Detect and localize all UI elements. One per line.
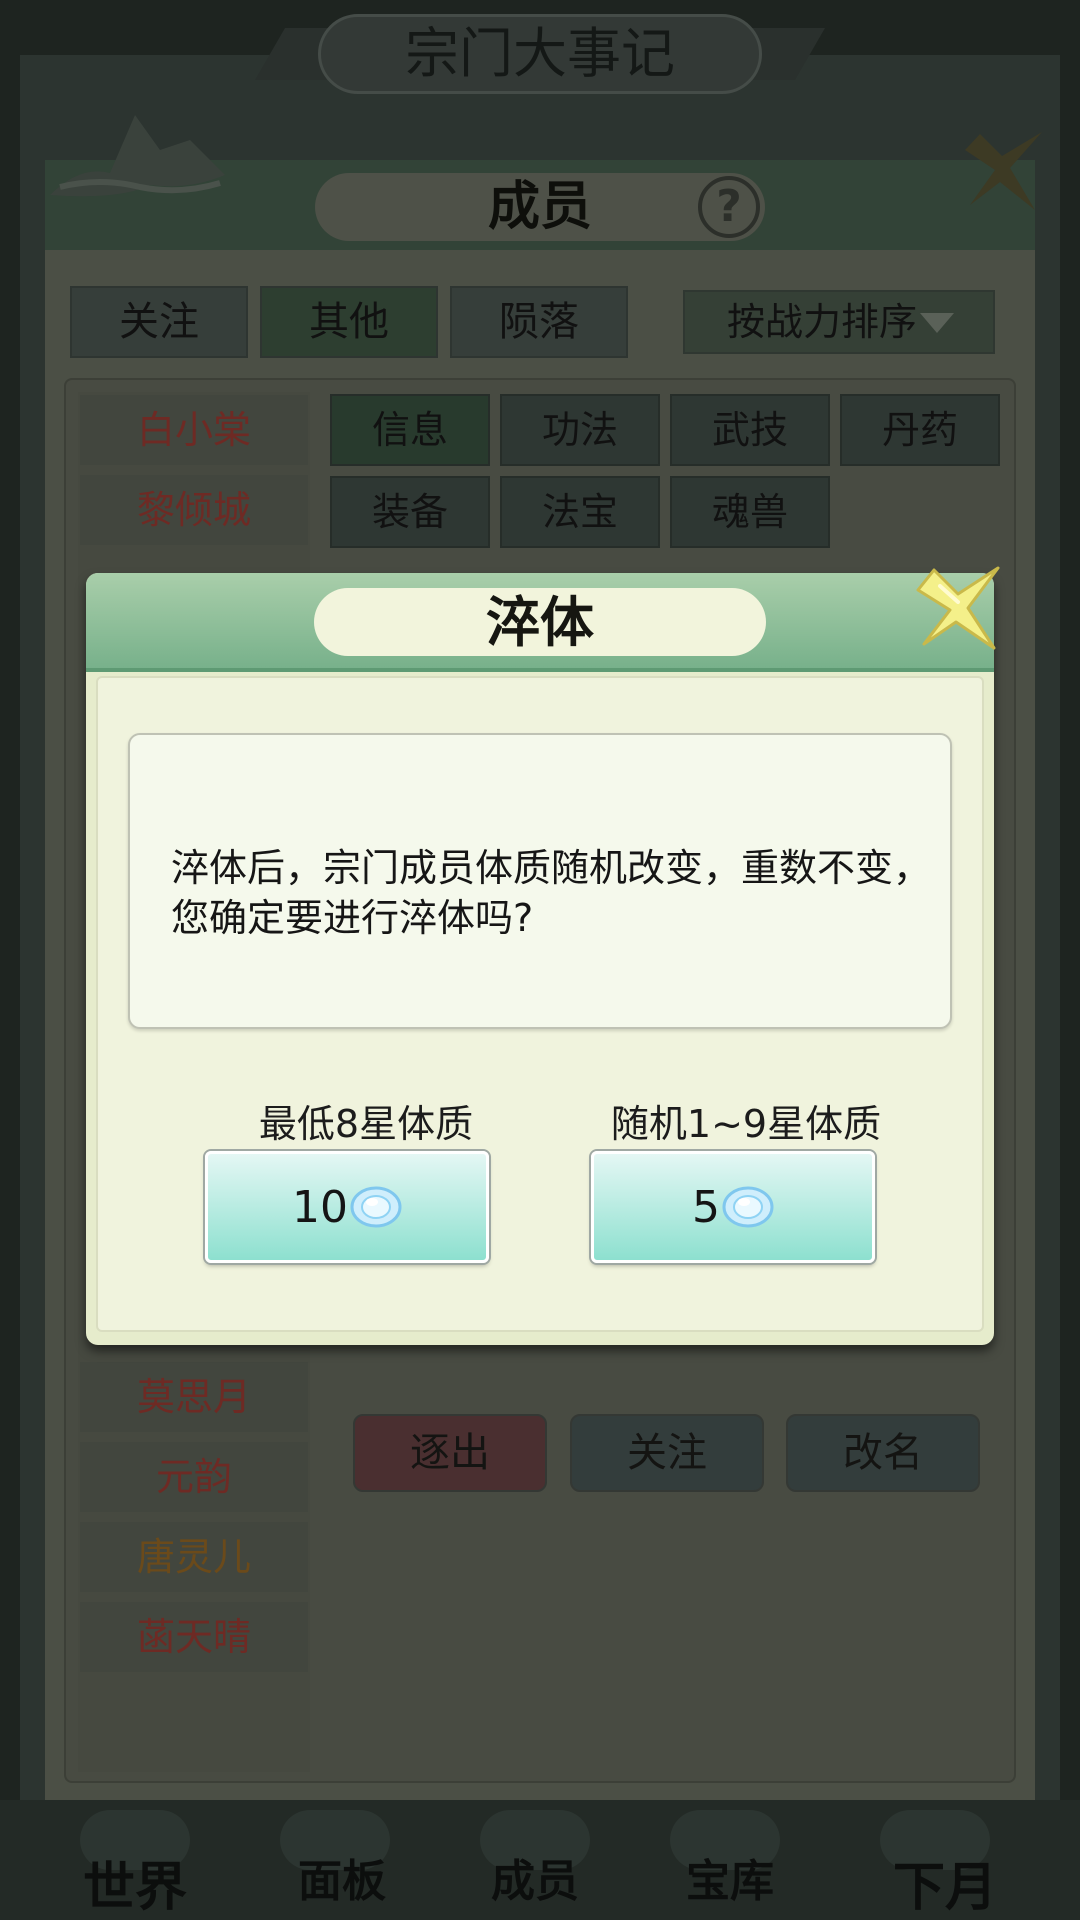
event-log-title: 宗门大事记 [318, 14, 762, 94]
cost-value: 5 [692, 1181, 720, 1233]
nav-panel[interactable]: 面板 [252, 1845, 432, 1909]
nav-next-month[interactable]: 下月 [855, 1845, 1035, 1920]
dialog-title: 淬体 [314, 588, 766, 656]
temper-random-button[interactable]: 5 [591, 1151, 875, 1263]
tempering-dialog: 淬体 淬体后，宗门成员体质随机改变，重数不变，您确定要进行淬体吗? 最低8星体质… [86, 573, 994, 1345]
expel-button[interactable]: 逐出 [353, 1414, 547, 1492]
rename-button[interactable]: 改名 [786, 1414, 980, 1492]
tab-followed[interactable]: 关注 [70, 286, 248, 358]
help-icon[interactable]: ? [698, 176, 760, 238]
sort-label: 按战力排序 [727, 300, 918, 344]
gem-icon [350, 1186, 402, 1228]
nav-world[interactable]: 世界 [45, 1845, 225, 1920]
follow-button[interactable]: 关注 [570, 1414, 764, 1492]
option-label-min8: 最低8星体质 [258, 1102, 474, 1146]
tab-techniques[interactable]: 功法 [500, 394, 660, 466]
nav-treasury[interactable]: 宝库 [640, 1845, 820, 1909]
chevron-down-icon [920, 313, 954, 333]
tab-treasures[interactable]: 法宝 [500, 476, 660, 548]
tab-info[interactable]: 信息 [330, 394, 490, 466]
member-item[interactable]: 黎倾城 [80, 475, 308, 545]
tab-others[interactable]: 其他 [260, 286, 438, 358]
member-item[interactable]: 元韵 [80, 1442, 308, 1512]
cost-value: 10 [292, 1181, 348, 1233]
member-item[interactable]: 唐灵儿 [80, 1522, 308, 1592]
tab-fallen[interactable]: 陨落 [450, 286, 628, 358]
tab-soul-beasts[interactable]: 魂兽 [670, 476, 830, 548]
tab-pills[interactable]: 丹药 [840, 394, 1000, 466]
temper-min8-button[interactable]: 10 [205, 1151, 489, 1263]
member-item[interactable]: 白小棠 [80, 395, 308, 465]
gem-icon [722, 1186, 774, 1228]
member-item[interactable]: 菡天晴 [80, 1602, 308, 1672]
dialog-message: 淬体后，宗门成员体质随机改变，重数不变，您确定要进行淬体吗? [171, 846, 932, 940]
tab-martial-skills[interactable]: 武技 [670, 394, 830, 466]
member-item[interactable]: 莫思月 [80, 1362, 308, 1432]
tab-equipment[interactable]: 装备 [330, 476, 490, 548]
close-icon[interactable] [950, 120, 1050, 220]
mountain-cloud-icon [50, 115, 225, 197]
close-x-icon[interactable] [910, 562, 1002, 652]
nav-members[interactable]: 成员 [445, 1845, 625, 1909]
option-label-random: 随机1~9星体质 [610, 1102, 882, 1146]
